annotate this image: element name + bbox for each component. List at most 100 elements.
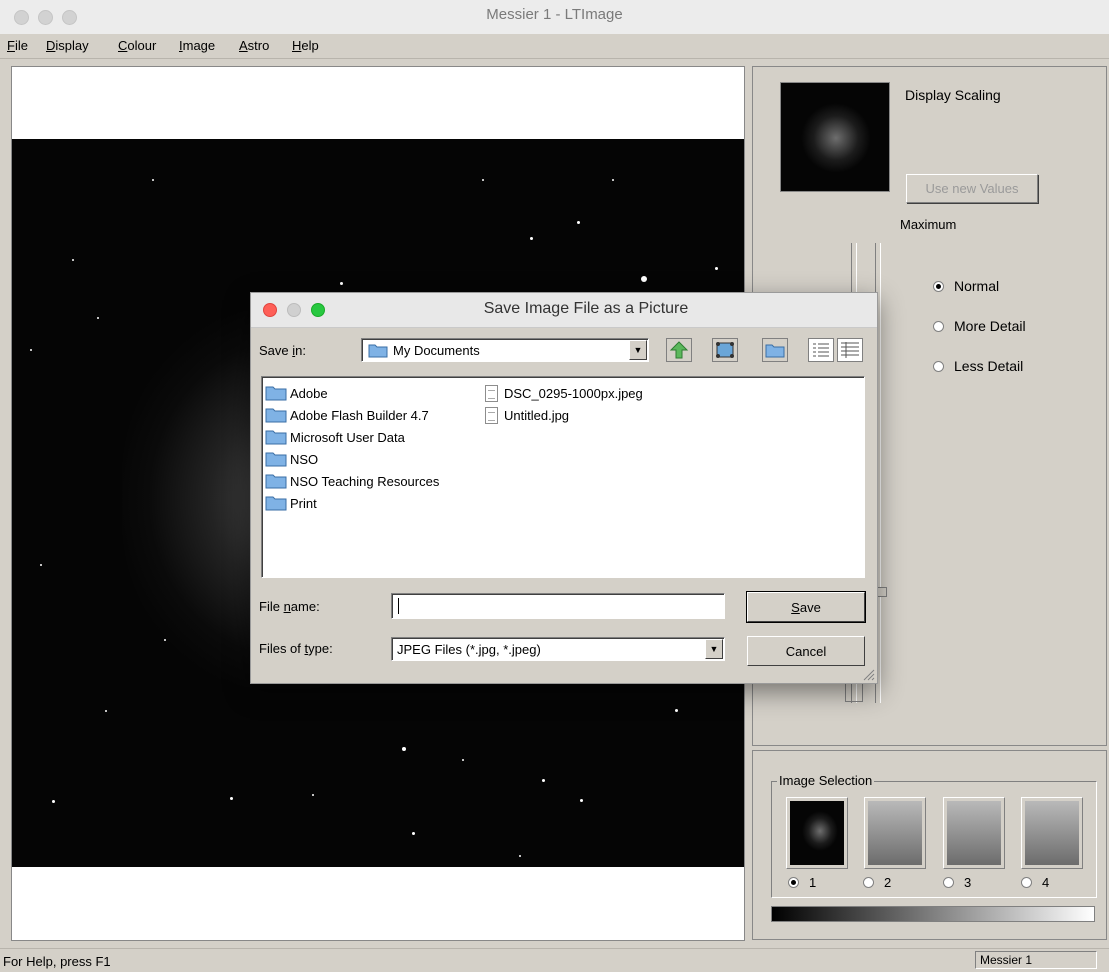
text-cursor — [398, 598, 399, 614]
image-slot-4-radio[interactable]: 4 — [1021, 875, 1049, 890]
up-one-level-button[interactable] — [665, 337, 693, 363]
preview-thumbnail — [780, 82, 890, 192]
folder-icon — [265, 430, 287, 445]
menu-display-label: isplay — [55, 38, 89, 53]
menu-display[interactable]: Display — [46, 38, 89, 53]
radio-less-detail-indicator[interactable] — [933, 360, 944, 372]
menu-help-label: elp — [301, 38, 319, 53]
folder-item[interactable]: Microsoft User Data — [265, 429, 405, 445]
file-list[interactable]: Adobe Adobe Flash Builder 4.7 Microsoft … — [261, 376, 865, 578]
menu-colour[interactable]: Colour — [118, 38, 156, 53]
image-slot-4-indicator[interactable] — [1021, 877, 1032, 888]
menu-astro-label: stro — [247, 38, 270, 53]
radio-less-detail-label: Less Detail — [954, 358, 1024, 374]
file-type-dropdown[interactable]: JPEG Files (*.jpg, *.jpeg) ▼ — [391, 637, 725, 661]
new-folder-button[interactable] — [761, 337, 789, 363]
folder-item[interactable]: Adobe — [265, 385, 328, 401]
radio-normal-indicator[interactable] — [933, 280, 944, 292]
star — [542, 779, 545, 782]
desktop-button[interactable] — [711, 337, 739, 363]
list-view-button[interactable] — [807, 337, 835, 363]
folder-item[interactable]: Print — [265, 495, 317, 511]
file-item[interactable]: Untitled.jpg — [485, 407, 569, 424]
image-slot-2-radio[interactable]: 2 — [863, 875, 891, 890]
file-name-label: File name: — [259, 599, 320, 614]
radio-normal-label: Normal — [954, 278, 1000, 294]
save-in-label: Save in: — [259, 343, 306, 358]
status-help-text: For Help, press F1 — [3, 954, 111, 969]
radio-normal[interactable]: Normal — [933, 278, 999, 294]
radio-more-detail-label: More Detail — [954, 318, 1026, 334]
dialog-minimize-icon[interactable] — [287, 303, 301, 317]
image-slot-1-thumbnail[interactable] — [786, 797, 848, 869]
details-view-icon — [837, 338, 863, 362]
chevron-down-icon[interactable]: ▼ — [629, 340, 647, 360]
save-image-dialog: Save Image File as a Picture Save in: My… — [250, 292, 878, 684]
image-slot-3-indicator[interactable] — [943, 877, 954, 888]
file-type-value: JPEG Files (*.jpg, *.jpeg) — [397, 642, 541, 657]
document-icon — [485, 407, 498, 424]
menu-astro[interactable]: Astro — [239, 38, 269, 53]
folder-name: Print — [290, 495, 317, 511]
menu-help[interactable]: Help — [292, 38, 319, 53]
folder-item[interactable]: NSO — [265, 451, 318, 467]
cancel-button[interactable]: Cancel — [747, 636, 865, 666]
menu-bar: File Display Colour Image Astro Help — [0, 34, 1109, 59]
use-new-values-button[interactable]: Use new Values — [906, 174, 1038, 203]
folder-icon — [265, 408, 287, 423]
menu-file-accel: F — [7, 38, 15, 53]
star — [52, 800, 55, 803]
menu-colour-accel: C — [118, 38, 128, 53]
star — [519, 855, 521, 857]
menu-image-label: mage — [182, 38, 216, 53]
menu-image[interactable]: Image — [179, 38, 215, 53]
minimum-slider-thumb[interactable] — [845, 683, 863, 702]
star — [30, 349, 32, 351]
file-item[interactable]: DSC_0295-1000px.jpeg — [485, 385, 643, 402]
star — [97, 317, 99, 319]
folder-name: Adobe — [290, 385, 328, 401]
folder-item[interactable]: Adobe Flash Builder 4.7 — [265, 407, 429, 423]
folder-icon — [265, 452, 287, 467]
file-name-label-pre: File — [259, 599, 284, 614]
star — [412, 832, 415, 835]
dialog-zoom-icon[interactable] — [311, 303, 325, 317]
chevron-down-icon[interactable]: ▼ — [705, 639, 723, 659]
file-name: DSC_0295-1000px.jpeg — [504, 386, 643, 401]
image-selection-panel: Image Selection 1 2 3 4 — [752, 750, 1107, 940]
image-slot-3-label: 3 — [964, 875, 972, 890]
star — [105, 710, 107, 712]
new-folder-icon — [762, 338, 788, 362]
image-slot-1-radio[interactable]: 1 — [788, 875, 816, 890]
star — [230, 797, 233, 800]
details-view-button[interactable] — [836, 337, 864, 363]
save-in-dropdown[interactable]: My Documents ▼ — [361, 338, 649, 362]
image-slot-2-preview — [868, 801, 922, 865]
save-button[interactable]: Save — [746, 591, 866, 623]
image-slot-4-thumbnail[interactable] — [1021, 797, 1083, 869]
resize-grip-icon[interactable] — [861, 667, 875, 681]
dialog-close-icon[interactable] — [263, 303, 277, 317]
star — [612, 179, 614, 181]
menu-file[interactable]: File — [7, 38, 28, 53]
file-name: Untitled.jpg — [504, 408, 570, 423]
image-slot-1-indicator[interactable] — [788, 877, 799, 888]
image-slot-2-indicator[interactable] — [863, 877, 874, 888]
image-slot-3-radio[interactable]: 3 — [943, 875, 971, 890]
radio-less-detail[interactable]: Less Detail — [933, 358, 1023, 374]
image-slot-2-thumbnail[interactable] — [864, 797, 926, 869]
document-icon — [485, 385, 498, 402]
image-slot-3-thumbnail[interactable] — [943, 797, 1005, 869]
status-bar: For Help, press F1 Messier 1 — [0, 948, 1109, 972]
radio-more-detail-indicator[interactable] — [933, 320, 944, 332]
file-name-input[interactable] — [391, 593, 725, 619]
menu-display-accel: D — [46, 38, 56, 53]
dialog-title: Save Image File as a Picture — [483, 300, 689, 317]
folder-item[interactable]: NSO Teaching Resources — [265, 473, 439, 489]
window-titlebar: Messier 1 - LTImage — [0, 0, 1109, 34]
radio-more-detail[interactable]: More Detail — [933, 318, 1026, 334]
image-slot-1-label: 1 — [809, 875, 817, 890]
star — [675, 709, 678, 712]
file-type-label: Files of type: — [259, 641, 333, 656]
maximum-label: Maximum — [900, 217, 957, 232]
